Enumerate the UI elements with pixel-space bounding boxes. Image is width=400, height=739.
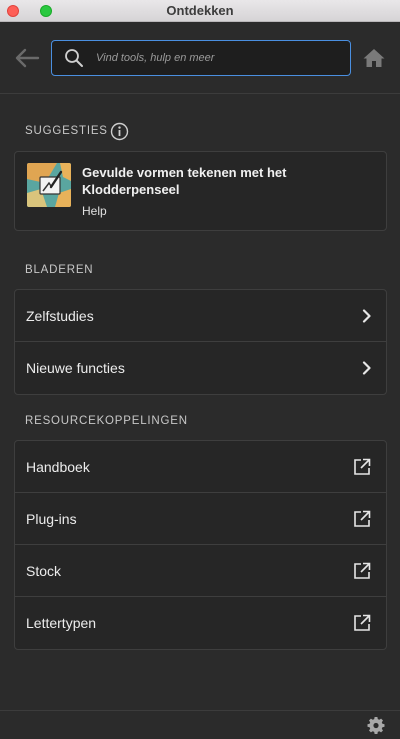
window-titlebar: Ontdekken	[0, 0, 400, 22]
settings-button[interactable]	[367, 716, 385, 734]
browse-item-tutorials[interactable]: Zelfstudies	[15, 290, 386, 342]
resource-item-fonts[interactable]: Lettertypen	[15, 597, 386, 649]
suggestion-card[interactable]: Gevulde vormen tekenen met het Klodderpe…	[14, 151, 387, 231]
footer	[0, 710, 400, 739]
external-link-icon	[354, 614, 371, 631]
external-link-icon	[354, 510, 371, 527]
resource-item-label: Stock	[26, 562, 62, 579]
resource-item-label: Lettertypen	[26, 615, 97, 631]
suggestion-thumbnail	[27, 163, 71, 207]
resources-heading: RESOURCEKOPPELINGEN	[25, 415, 188, 427]
resources-list: Handboek Plug-ins Stock Lettertypen	[14, 440, 387, 650]
resource-item-plugins[interactable]: Plug-ins	[15, 493, 386, 545]
browse-item-label: Nieuwe functies	[26, 360, 125, 376]
window-title: Ontdekken	[166, 3, 234, 18]
resource-item-stock[interactable]: Stock	[15, 545, 386, 597]
info-icon-glyph	[110, 122, 129, 141]
suggestion-subtitle: Help	[82, 204, 107, 218]
browse-item-label: Zelfstudies	[26, 307, 94, 324]
resource-item-label: Plug-ins	[26, 510, 77, 527]
resource-item-label: Handboek	[26, 458, 90, 475]
resource-item-handbook[interactable]: Handboek	[15, 441, 386, 493]
arrow-left-icon	[15, 48, 40, 68]
search-field[interactable]	[51, 40, 351, 76]
browse-heading: BLADEREN	[25, 264, 94, 276]
header	[0, 22, 400, 94]
back-button[interactable]	[14, 46, 40, 70]
home-button[interactable]	[362, 47, 386, 69]
search-input[interactable]	[96, 41, 346, 74]
search-icon	[65, 49, 83, 67]
chevron-right-icon	[362, 308, 371, 323]
suggestion-title: Gevulde vormen tekenen met het Klodderpe…	[82, 165, 287, 197]
info-icon[interactable]	[110, 122, 129, 141]
browse-list: Zelfstudies Nieuwe functies	[14, 289, 387, 395]
external-link-icon	[354, 458, 371, 475]
external-link-icon	[354, 562, 371, 579]
browse-item-new-features[interactable]: Nieuwe functies	[15, 342, 386, 394]
home-icon	[363, 49, 385, 67]
gear-icon	[367, 717, 385, 734]
chevron-right-icon	[362, 361, 371, 375]
suggestions-heading: SUGGESTIES	[25, 125, 108, 137]
